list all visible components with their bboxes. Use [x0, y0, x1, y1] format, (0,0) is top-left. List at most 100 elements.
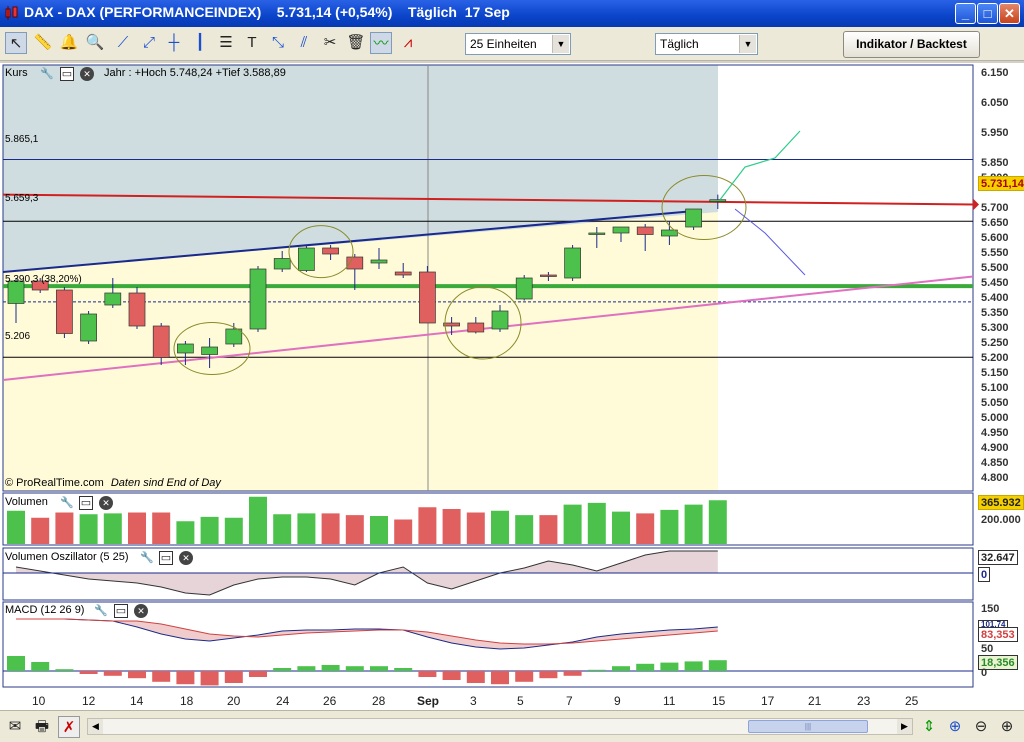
volume-bar [466, 512, 485, 544]
pattern-indicator-icon[interactable]: ⩘ [397, 32, 419, 54]
vertical-line-icon[interactable]: ┃ [189, 32, 211, 54]
trend-indicator-icon[interactable]: 〰 [370, 32, 392, 54]
wrench-icon[interactable]: 🔧 [60, 496, 74, 510]
volume-bar [55, 512, 74, 544]
price-panel-title: Kurs [5, 67, 28, 79]
arrow-tool-icon[interactable]: ⤡ [267, 32, 289, 54]
chart-canvas[interactable] [0, 63, 1024, 712]
horizontal-line-icon[interactable]: ┼ [163, 32, 185, 54]
level-label-mid: 5.659,3 [5, 193, 39, 204]
macd-histogram-bar [491, 671, 509, 685]
price-y-tick: 5.050 [981, 397, 1009, 409]
macd-histogram-bar [79, 671, 98, 674]
candle-body [685, 208, 702, 228]
cursor-icon[interactable]: ↖ [5, 32, 27, 54]
x-tick-label: 28 [372, 694, 386, 708]
volume-bar [660, 509, 679, 544]
macd-histogram-bar [394, 668, 413, 671]
chevron-down-icon: ▼ [552, 35, 569, 53]
printer-icon[interactable]: 🖶 [31, 716, 53, 738]
window-icon[interactable]: ▭ [114, 604, 128, 618]
data-disclaimer: Daten sind End of Day [110, 477, 221, 489]
price-y-tick: 6.150 [981, 67, 1009, 79]
wrench-icon[interactable]: 🔧 [94, 604, 108, 618]
line-tool-icon[interactable]: ⟋ [112, 32, 134, 54]
volume-bar [612, 511, 630, 544]
volume-bar [636, 513, 655, 544]
window-icon[interactable]: ▭ [60, 67, 74, 81]
macd-histogram-bar [224, 671, 243, 683]
volume-bar [7, 510, 25, 544]
horizontal-scrollbar[interactable]: ◀ ||| ▶ [87, 718, 913, 735]
trash-icon[interactable]: 🗑 [345, 32, 367, 54]
volume-bar [200, 516, 219, 544]
candle-body [128, 292, 146, 327]
price-y-tick: 4.900 [981, 442, 1009, 454]
macd-histogram-bar [563, 671, 582, 676]
price-y-tick: 5.550 [981, 247, 1009, 259]
price-y-tick: 5.600 [981, 232, 1009, 244]
candle-body [709, 199, 727, 202]
x-tick-label: 5 [517, 694, 524, 708]
window-icon[interactable]: ▭ [79, 496, 93, 510]
channel-tool-icon[interactable]: ⫽ [293, 32, 315, 54]
close-icon[interactable]: ✕ [99, 496, 113, 510]
macd-histogram-bar [297, 666, 316, 671]
mail-icon[interactable]: ✉ [4, 716, 26, 738]
wrench-icon[interactable]: 🔧 [40, 67, 54, 81]
units-select[interactable]: 25 Einheiten ▼ [465, 33, 571, 55]
volume-bar [370, 516, 388, 544]
oscillator-zero-badge: 0 [978, 567, 991, 582]
volume-bar [442, 509, 461, 544]
alarm-bell-icon[interactable]: 🔔 [58, 32, 80, 54]
title-bar[interactable]: DAX - DAX (PERFORMANCEINDEX) 5.731,14 (+… [0, 0, 1024, 27]
macd-histogram-bar [31, 662, 50, 671]
oscillator-value-badge: 32.647 [978, 550, 1018, 565]
zoom-in-icon[interactable]: ⊕ [996, 716, 1018, 738]
macd-panel-title: MACD (12 26 9) [5, 604, 85, 616]
close-icon[interactable]: ✕ [80, 67, 94, 81]
macd-histogram-bar [176, 671, 195, 685]
window-icon[interactable]: ▭ [159, 551, 173, 565]
disconnect-icon[interactable]: ✗ [58, 716, 80, 738]
oscillator-panel-title: Volumen Oszillator (5 25) [5, 551, 129, 563]
maximize-button[interactable]: □ [977, 3, 998, 24]
copyright-text: © ProRealTime.com Daten sind End of Day [5, 477, 221, 489]
settings-tool-icon[interactable]: ✂ [319, 32, 341, 54]
volume-bar [684, 504, 703, 544]
ruler-icon[interactable]: 📏 [32, 32, 54, 54]
volume-bar [539, 515, 558, 544]
zoom-icon[interactable]: 🔍 [84, 32, 106, 54]
macd-histogram-bar [55, 669, 74, 671]
candle-body [177, 343, 194, 354]
zoom-out-icon[interactable]: ⊖ [970, 716, 992, 738]
price-y-tick: 4.800 [981, 472, 1009, 484]
close-button[interactable]: ✕ [999, 3, 1020, 24]
zoom-box-icon[interactable]: ⊕ [944, 716, 966, 738]
period-select[interactable]: Täglich ▼ [655, 33, 758, 55]
macd-histogram-bar [7, 656, 25, 671]
scroll-right-icon[interactable]: ▶ [897, 719, 912, 734]
volume-bar [103, 513, 122, 544]
candle-body [225, 328, 243, 345]
candle-body [298, 247, 315, 271]
scroll-left-icon[interactable]: ◀ [88, 719, 103, 734]
price-y-tick: 5.300 [981, 322, 1009, 334]
x-tick-label: 20 [227, 694, 241, 708]
fibonacci-icon[interactable]: ☰ [215, 32, 237, 54]
close-icon[interactable]: ✕ [179, 551, 193, 565]
close-icon[interactable]: ✕ [134, 604, 148, 618]
macd-histogram-bar [370, 666, 388, 671]
macd-histogram-bar [442, 671, 461, 680]
ray-tool-icon[interactable]: ⤢ [138, 32, 160, 54]
minimize-button[interactable]: _ [955, 3, 976, 24]
scroll-thumb[interactable]: ||| [748, 720, 868, 733]
chart-area[interactable]: Kurs 🔧 ▭ ✕ Jahr : +Hoch 5.748,24 +Tief 3… [0, 63, 1024, 712]
wrench-icon[interactable]: 🔧 [140, 551, 154, 565]
candle-body [515, 277, 533, 300]
macd-histogram-bar [636, 663, 655, 671]
zoom-fit-icon[interactable]: ⇕ [918, 716, 940, 738]
indicator-backtest-button[interactable]: Indikator / Backtest [843, 31, 980, 58]
price-y-tick: 5.350 [981, 307, 1009, 319]
text-tool-icon[interactable]: T [241, 32, 263, 54]
